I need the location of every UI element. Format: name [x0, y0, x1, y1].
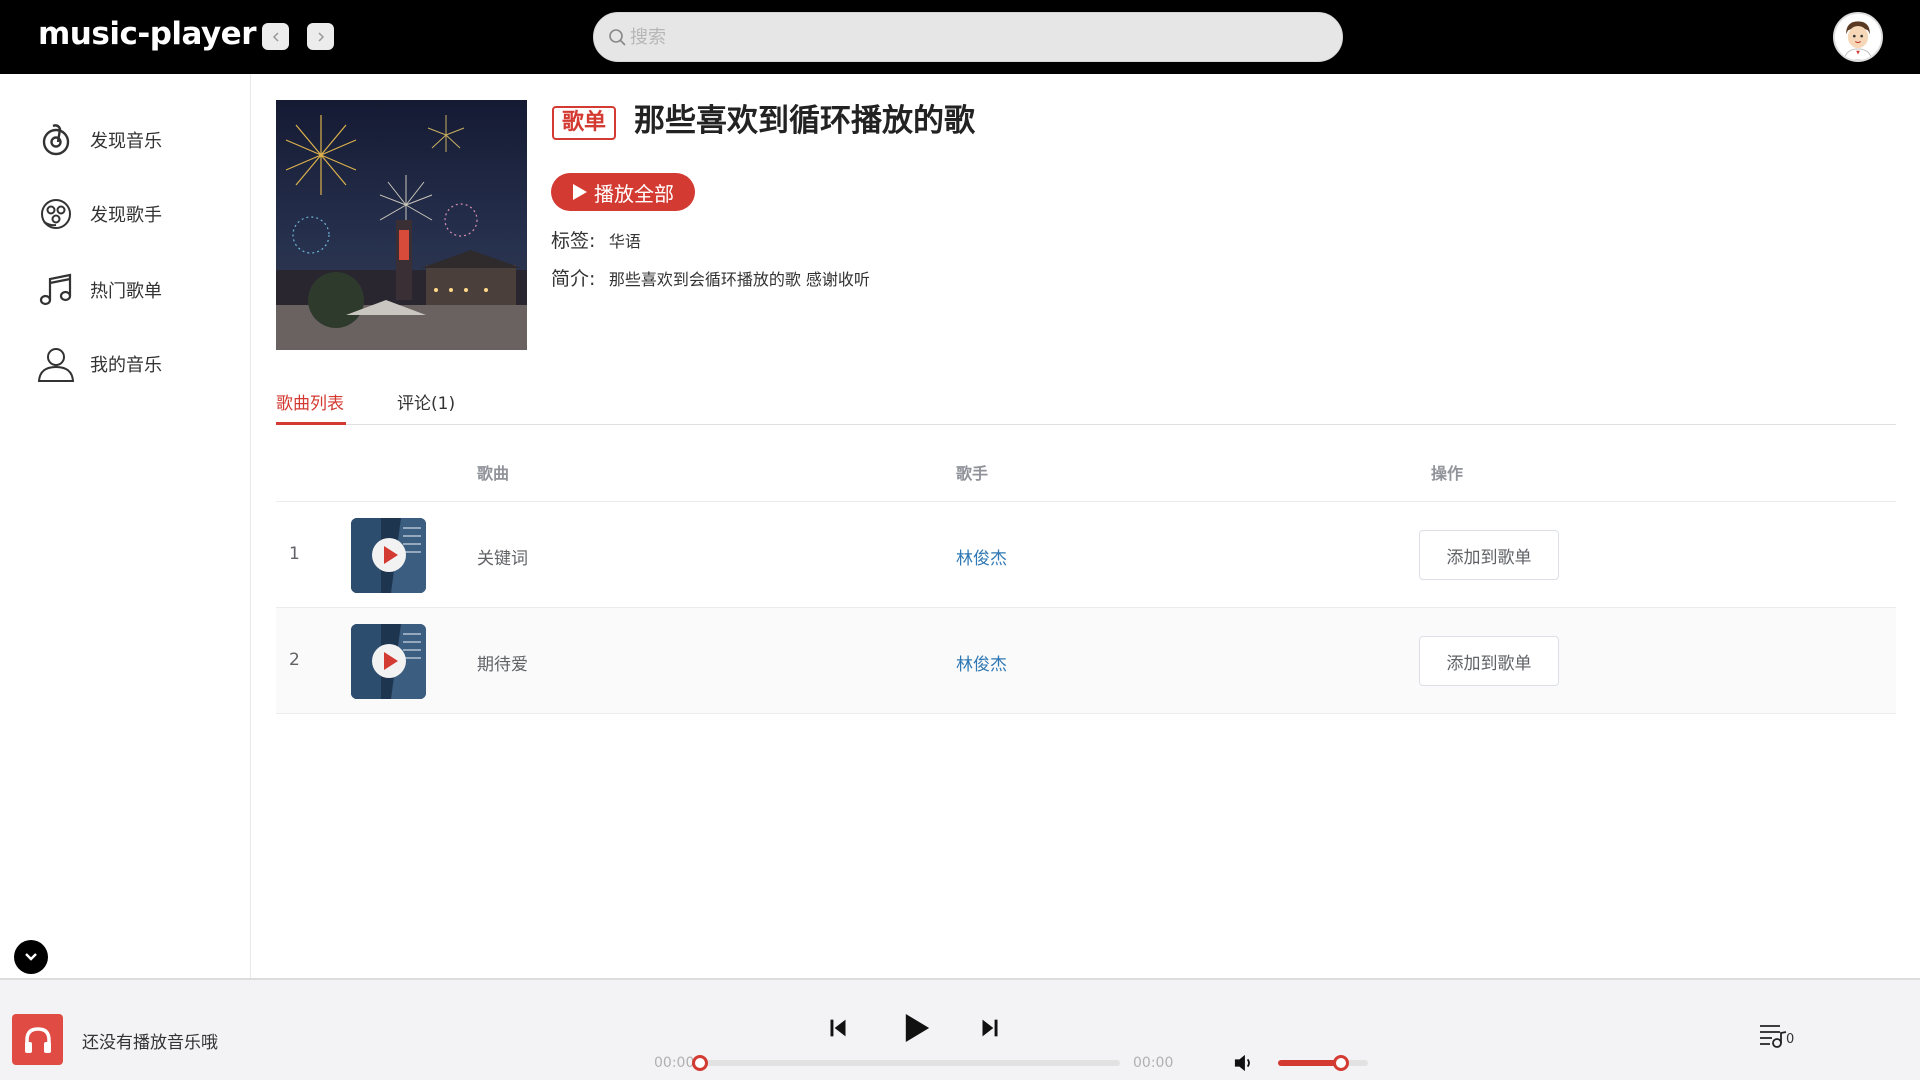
table-header: 歌曲 歌手 操作	[276, 440, 1896, 502]
add-to-playlist-button[interactable]: 添加到歌单	[1419, 530, 1559, 580]
tab-comments[interactable]: 评论(1)	[397, 389, 455, 414]
search-icon	[609, 29, 626, 46]
song-title[interactable]: 期待爱	[477, 650, 528, 675]
volume-slider[interactable]	[1278, 1060, 1368, 1066]
sidebar-item-my-music[interactable]: 我的音乐	[36, 342, 162, 386]
playlist-cover	[276, 100, 527, 350]
current-time: 00:00	[654, 1055, 695, 1071]
music-note-icon	[39, 273, 72, 306]
table-row[interactable]: 2 期待爱 林俊杰 添加到歌单	[276, 608, 1896, 714]
album-play-thumbnail-icon	[351, 518, 426, 593]
column-header-action: 操作	[1431, 464, 1464, 483]
user-icon	[37, 348, 75, 382]
play-icon	[905, 1014, 930, 1042]
active-tab-indicator	[276, 422, 346, 425]
column-header-song: 歌曲	[477, 464, 510, 483]
sidebar-item-label: 我的音乐	[90, 355, 162, 376]
playlist-intro: 简介: 那些喜欢到会循环播放的歌 感谢收听	[551, 264, 870, 291]
intro-label: 简介:	[551, 268, 596, 290]
playlist-count: 0	[1786, 1032, 1795, 1047]
total-time: 00:00	[1133, 1055, 1174, 1071]
sidebar: 发现音乐 发现歌手 热门歌单 我的音乐	[0, 74, 251, 979]
sidebar-item-label: 发现音乐	[90, 131, 162, 152]
song-thumbnail[interactable]	[351, 624, 426, 699]
search-input[interactable]	[630, 21, 1320, 53]
tag-label: 标签:	[551, 230, 596, 252]
volume-button[interactable]	[1232, 1052, 1256, 1074]
volume-level	[1278, 1060, 1341, 1066]
progress-bar[interactable]	[700, 1060, 1120, 1066]
collapse-player-button[interactable]	[14, 940, 48, 974]
app-logo[interactable]: music-player	[38, 16, 257, 52]
volume-icon	[1234, 1054, 1250, 1072]
now-playing-title: 还没有播放音乐哦	[82, 1033, 218, 1053]
chevron-left-icon	[272, 31, 279, 42]
singer-disc-icon	[41, 199, 71, 229]
sidebar-item-hot-playlists[interactable]: 热门歌单	[36, 268, 162, 312]
tab-bar: 歌曲列表 评论(1)	[276, 385, 1896, 425]
chevron-down-icon	[25, 953, 37, 961]
row-index: 2	[289, 650, 300, 670]
headphones-icon	[24, 1026, 51, 1053]
now-playing-cover[interactable]	[12, 1014, 63, 1065]
chevron-right-icon	[317, 31, 324, 42]
progress-knob[interactable]	[692, 1055, 708, 1071]
fireworks-cover-image	[276, 100, 527, 350]
sidebar-item-label: 发现歌手	[90, 205, 162, 226]
playlist-tags: 标签: 华语	[551, 226, 641, 253]
tab-song-list[interactable]: 歌曲列表	[276, 389, 344, 414]
player-bar: 还没有播放音乐哦 00:00 00:00	[0, 978, 1920, 1080]
song-thumbnail[interactable]	[351, 518, 426, 593]
avatar-icon	[1835, 14, 1881, 60]
skip-previous-icon	[830, 1019, 846, 1037]
next-track-button[interactable]	[978, 1016, 1002, 1040]
play-all-label: 播放全部	[594, 181, 674, 206]
netease-music-icon	[42, 124, 70, 156]
play-all-button[interactable]: 播放全部	[551, 173, 695, 211]
table-row[interactable]: 1 关键词 林俊杰 添加到歌单	[276, 502, 1896, 608]
sidebar-item-discover-music[interactable]: 发现音乐	[36, 118, 162, 162]
song-title[interactable]: 关键词	[477, 544, 528, 569]
volume-knob[interactable]	[1333, 1055, 1349, 1071]
add-to-playlist-button[interactable]: 添加到歌单	[1419, 636, 1559, 686]
row-index: 1	[289, 544, 300, 564]
search-box[interactable]	[593, 12, 1343, 62]
sidebar-item-discover-singers[interactable]: 发现歌手	[36, 192, 162, 236]
top-bar: music-player	[0, 0, 1920, 74]
playlist-title: 那些喜欢到循环播放的歌	[634, 103, 975, 139]
album-play-thumbnail-icon	[351, 624, 426, 699]
playlist-badge: 歌单	[552, 106, 617, 140]
intro-value: 那些喜欢到会循环播放的歌 感谢收听	[608, 270, 870, 289]
artist-link[interactable]: 林俊杰	[956, 650, 1007, 675]
user-avatar[interactable]	[1833, 12, 1883, 62]
play-icon	[573, 184, 587, 200]
playlist-queue-icon	[1760, 1025, 1787, 1048]
skip-next-icon	[982, 1019, 998, 1037]
tag-value: 华语	[608, 232, 641, 251]
playlist-queue-button[interactable]	[1758, 1022, 1788, 1052]
artist-link[interactable]: 林俊杰	[956, 544, 1007, 569]
back-button[interactable]	[262, 23, 289, 50]
column-header-artist: 歌手	[956, 464, 989, 483]
sidebar-item-label: 热门歌单	[90, 281, 162, 302]
previous-track-button[interactable]	[826, 1016, 850, 1040]
play-button[interactable]	[900, 1010, 934, 1046]
forward-button[interactable]	[307, 23, 334, 50]
